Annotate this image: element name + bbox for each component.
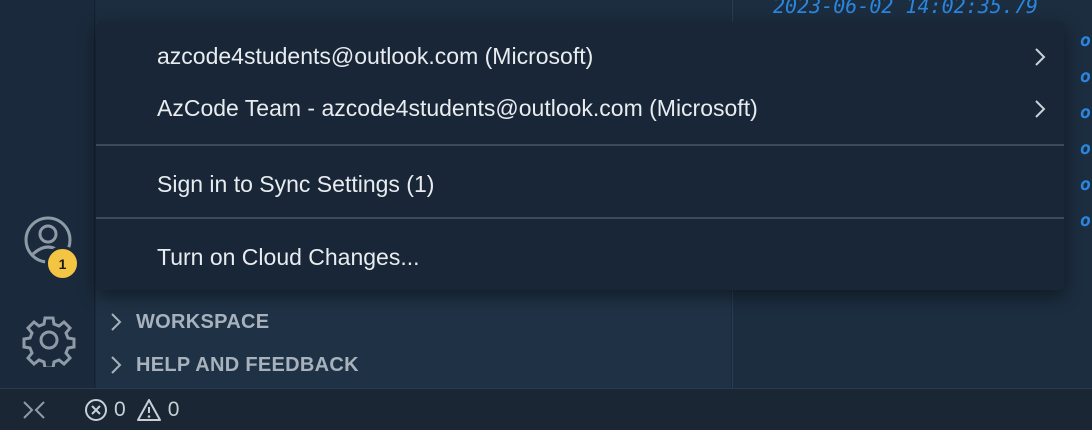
section-workspace-label: WORKSPACE (136, 310, 270, 333)
remote-indicator-button[interactable] (20, 398, 48, 422)
vscode-window: 1 WORKSPACE HELP AND FEEDBACK 2023-06-02… (0, 0, 1092, 430)
menu-item-label: AzCode Team - azcode4students@outlook.co… (157, 94, 758, 121)
menu-item-account-azcode-team[interactable]: AzCode Team - azcode4students@outlook.co… (96, 84, 1064, 132)
chevron-right-icon (96, 355, 136, 375)
menu-item-cloud-changes[interactable]: Turn on Cloud Changes... (96, 233, 1064, 281)
gear-icon (22, 316, 76, 370)
menu-separator (96, 217, 1064, 219)
editor-code-fragment: o (1080, 138, 1091, 159)
error-count: 0 (114, 398, 126, 421)
section-workspace[interactable]: WORKSPACE (96, 302, 731, 342)
menu-item-label: Turn on Cloud Changes... (157, 243, 420, 270)
warning-icon (136, 399, 161, 421)
status-bar: 0 0 (0, 388, 1092, 430)
remote-icon (23, 401, 45, 419)
menu-item-account-microsoft[interactable]: azcode4students@outlook.com (Microsoft) (96, 32, 1064, 80)
editor-code-fragment: o (1080, 30, 1091, 51)
warning-count: 0 (167, 398, 180, 421)
chevron-right-icon (96, 312, 136, 332)
accounts-button[interactable]: 1 (18, 214, 80, 281)
menu-item-label: azcode4students@outlook.com (Microsoft) (157, 42, 594, 69)
menu-item-sign-in-sync[interactable]: Sign in to Sync Settings (1) (96, 160, 1064, 208)
chevron-right-icon (1034, 98, 1046, 125)
error-icon (85, 399, 107, 421)
menu-item-label: Sign in to Sync Settings (1) (157, 170, 435, 197)
editor-code-fragment: o (1080, 66, 1091, 87)
section-help-label: HELP AND FEEDBACK (136, 353, 359, 376)
editor-code-fragment: o (1080, 102, 1091, 123)
accounts-menu: azcode4students@outlook.com (Microsoft) … (96, 22, 1064, 290)
editor-code-fragment: o (1080, 174, 1091, 195)
editor-code-fragment: o (1080, 210, 1091, 231)
accounts-badge: 1 (45, 246, 80, 281)
manage-button[interactable] (22, 313, 76, 370)
problems-indicator[interactable]: 0 0 (84, 396, 183, 424)
side-bar-top (96, 0, 731, 22)
editor-timestamp-line: 2023-06-02 14:02:35.79 (773, 0, 1038, 18)
chevron-right-icon (1034, 46, 1046, 73)
menu-separator (96, 144, 1064, 146)
section-help-and-feedback[interactable]: HELP AND FEEDBACK (96, 345, 731, 385)
activity-bar: 1 (0, 0, 95, 388)
